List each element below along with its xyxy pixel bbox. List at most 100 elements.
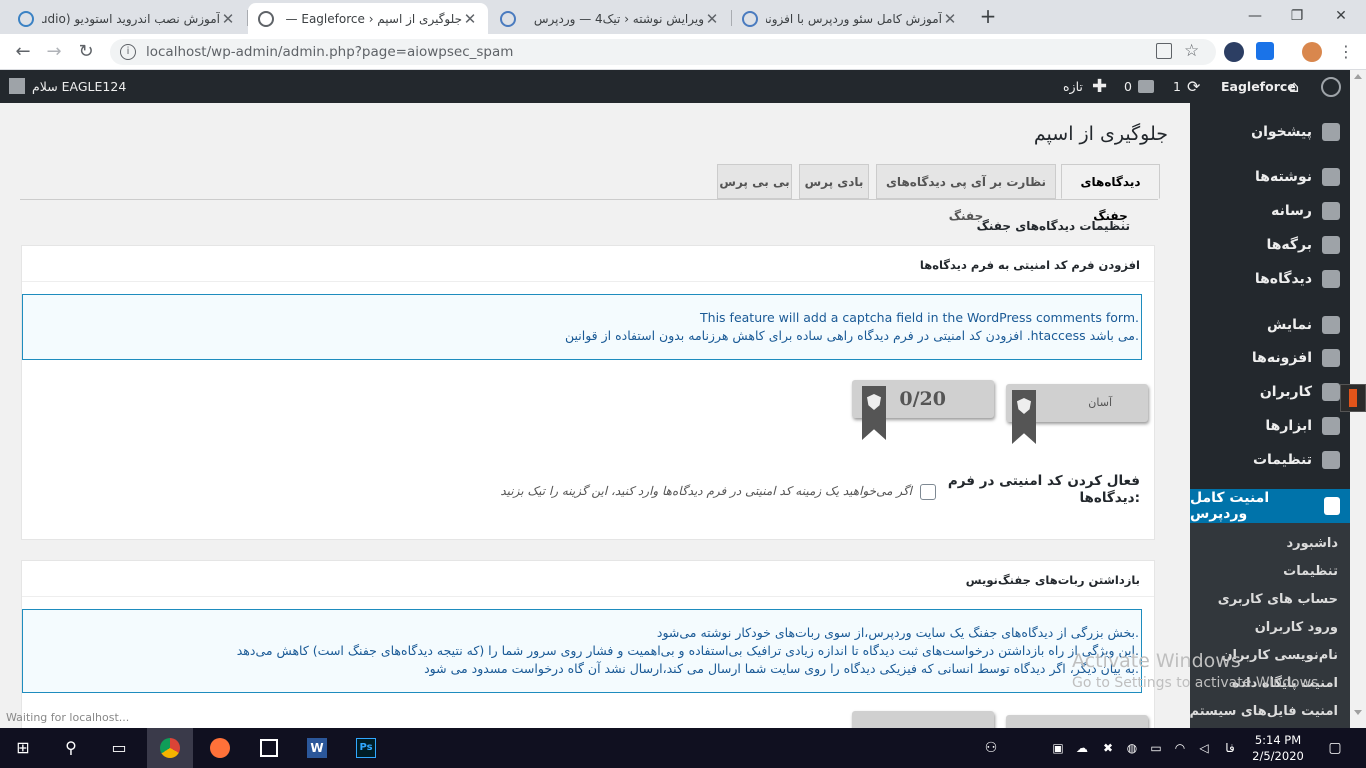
plus-icon[interactable]: ✚ xyxy=(1092,70,1107,103)
app-logo xyxy=(260,739,278,757)
user-avatar[interactable] xyxy=(9,78,25,94)
submenu-item-user-login[interactable]: ورود کاربران xyxy=(1188,620,1338,635)
bookmark-star-icon[interactable]: ☆ xyxy=(1184,41,1199,61)
browser-tab[interactable]: ویرایش نوشته ‹ تیک4 — وردپرس ✕ xyxy=(490,3,730,34)
sidebar-item-appearance[interactable]: نمایش xyxy=(1190,308,1350,342)
clock[interactable]: 5:14 PM 2/5/2020 xyxy=(1250,732,1306,764)
windows-logo-icon[interactable]: ⊞ xyxy=(0,728,46,768)
close-tab-icon[interactable]: ✕ xyxy=(220,10,236,28)
word-icon[interactable]: W xyxy=(294,728,340,768)
sidebar-item-security[interactable]: امنیت کامل وردپرس xyxy=(1190,489,1350,523)
translate-icon[interactable] xyxy=(1156,43,1172,59)
tray-app-icon[interactable]: ◍ xyxy=(1120,728,1144,768)
updates-icon[interactable]: ⟳ xyxy=(1187,70,1200,103)
sidebar-item-settings[interactable]: تنظیمات xyxy=(1190,443,1350,477)
sidebar-item-pages[interactable]: برگه‌ها xyxy=(1190,228,1350,262)
sidebar-item-label: نمایش xyxy=(1267,317,1312,333)
submenu-item-settings[interactable]: تنظیمات xyxy=(1188,564,1338,579)
clock-time: 5:14 PM xyxy=(1254,733,1302,747)
new-content-link[interactable]: تازه xyxy=(1063,70,1083,103)
sidebar-item-posts[interactable]: نوشته‌ها xyxy=(1190,160,1350,194)
pin-icon xyxy=(1322,168,1340,186)
browser-tab[interactable]: آموزش کامل سئو وردپرس با افزونه ✕ xyxy=(732,3,968,34)
task-view-icon[interactable]: ▭ xyxy=(96,728,142,768)
search-icon[interactable]: ⚲ xyxy=(48,728,94,768)
tray-app-icon[interactable]: ☁ xyxy=(1070,728,1094,768)
scroll-down-icon[interactable] xyxy=(1354,710,1362,715)
sidebar-item-users[interactable]: کاربران xyxy=(1190,375,1350,409)
sidebar-item-plugins[interactable]: افزونه‌ها xyxy=(1190,341,1350,375)
site-name-link[interactable]: Eagleforce xyxy=(1221,70,1296,103)
new-tab-button[interactable]: + xyxy=(978,6,998,28)
close-tab-icon[interactable]: ✕ xyxy=(704,10,720,28)
sidebar-item-tools[interactable]: ابزارها xyxy=(1190,409,1350,443)
sidebar-item-comments[interactable]: دیدگاه‌ها xyxy=(1190,262,1350,296)
close-tab-icon[interactable]: ✕ xyxy=(462,10,478,28)
clock-date: 2/5/2020 xyxy=(1252,749,1304,763)
people-icon[interactable]: ⚇ xyxy=(976,728,1006,768)
tab-spam-comments[interactable]: دیدگاه‌های جفنگ xyxy=(1061,164,1160,223)
browser-tab[interactable]: آموزش نصب اندروید استودیو (Android Studi… xyxy=(8,3,246,34)
battery-icon[interactable]: ▭ xyxy=(1144,728,1168,768)
wordpress-logo-icon[interactable] xyxy=(1321,77,1341,97)
option-description: اگر می‌خواهید یک زمینه کد امنیتی در فرم … xyxy=(500,484,912,498)
reload-icon[interactable]: ↻ xyxy=(75,41,97,63)
widget-mark xyxy=(1349,389,1357,407)
wifi-icon[interactable]: ◠ xyxy=(1168,728,1192,768)
info-box: This feature will add a captcha field in… xyxy=(22,294,1142,360)
sidebar-item-label: نوشته‌ها xyxy=(1255,169,1312,185)
enable-captcha-checkbox[interactable] xyxy=(920,484,936,500)
sidebar-item-media[interactable]: رسانه xyxy=(1190,194,1350,228)
extension-icon[interactable] xyxy=(1224,42,1244,62)
chrome-icon[interactable] xyxy=(147,728,193,768)
app-icon[interactable] xyxy=(246,728,292,768)
windows-taskbar: ⊞ ⚲ ▭ W Ps ⚇ ▣ ☁ ✖ ◍ ▭ ◠ ◁ فا 5:14 PM 2/… xyxy=(0,728,1366,768)
sidebar-item-dashboard[interactable]: پیشخوان xyxy=(1190,115,1350,149)
tray-app-icon[interactable]: ✖ xyxy=(1096,728,1120,768)
close-window-icon[interactable]: ✕ xyxy=(1326,4,1356,28)
greeting-link[interactable]: سلام EAGLE124 xyxy=(32,70,126,103)
browser-tab-strip: آموزش نصب اندروید استودیو (Android Studi… xyxy=(0,0,1366,34)
tab-buddypress[interactable]: بادی پرس xyxy=(799,164,869,199)
photoshop-icon[interactable]: Ps xyxy=(343,728,389,768)
scroll-up-icon[interactable] xyxy=(1354,74,1362,79)
close-tab-icon[interactable]: ✕ xyxy=(942,10,958,28)
sidebar-item-label: پیشخوان xyxy=(1251,124,1312,140)
home-icon[interactable]: ⌂ xyxy=(1289,70,1299,103)
submenu-item-filesystem[interactable]: امنیت فایل‌های سیستم xyxy=(1188,704,1338,719)
difficulty-label: آسان xyxy=(1088,396,1112,409)
sidebar-item-label: افزونه‌ها xyxy=(1251,350,1312,366)
info-text: این ویژگی از راه بازداشتن درخواست‌های ثب… xyxy=(236,643,1139,658)
tray-app-icon[interactable]: ▣ xyxy=(1046,728,1070,768)
option-label: فعال کردن کد امنیتی در فرم دیدگاه‌ها: xyxy=(947,473,1140,506)
firefox-icon[interactable] xyxy=(197,728,243,768)
submenu-item-user-accounts[interactable]: حساب های کاربری xyxy=(1188,592,1338,607)
submenu-item-dashboard[interactable]: داشبورد xyxy=(1188,536,1338,551)
tab-bbpress[interactable]: بی بی پرس xyxy=(717,164,792,199)
maximize-icon[interactable]: ❐ xyxy=(1282,4,1312,28)
comment-icon[interactable] xyxy=(1138,80,1154,93)
profile-avatar[interactable] xyxy=(1302,42,1322,62)
comments-count[interactable]: 0 xyxy=(1124,70,1132,103)
tab-divider-line xyxy=(20,199,1158,200)
chrome-menu-icon[interactable]: ⋮ xyxy=(1338,42,1354,61)
tab-title: ویرایش نوشته ‹ تیک4 — وردپرس xyxy=(533,11,704,26)
volume-icon[interactable]: ◁ xyxy=(1192,728,1216,768)
favicon-icon xyxy=(18,10,34,27)
security-submenu: داشبورد تنظیمات حساب های کاربری ورود کار… xyxy=(1190,523,1350,728)
site-info-icon[interactable]: i xyxy=(120,44,136,60)
browser-tab-active[interactable]: جلوگیری از اسپم ‹ Eagleforce — وردپرس ✕ xyxy=(248,3,488,34)
favicon-icon xyxy=(500,10,516,27)
extension-icon[interactable] xyxy=(1256,42,1274,60)
browser-toolbar: ← → ↻ i localhost/wp-admin/admin.php?pag… xyxy=(0,34,1366,70)
updates-count[interactable]: 1 xyxy=(1173,70,1181,103)
tab-ip-monitoring[interactable]: نظارت بر آی پی دیدگاه‌های جفنگ xyxy=(876,164,1056,223)
forward-icon[interactable]: → xyxy=(43,41,65,63)
language-indicator[interactable]: فا xyxy=(1218,728,1242,768)
settings-icon xyxy=(1322,451,1340,469)
minimize-icon[interactable]: — xyxy=(1240,4,1270,28)
notifications-icon[interactable]: ▢ xyxy=(1320,728,1350,768)
back-icon[interactable]: ← xyxy=(12,41,34,63)
address-bar[interactable]: i localhost/wp-admin/admin.php?page=aiow… xyxy=(110,39,1216,65)
floating-widget-icon[interactable] xyxy=(1340,384,1366,412)
